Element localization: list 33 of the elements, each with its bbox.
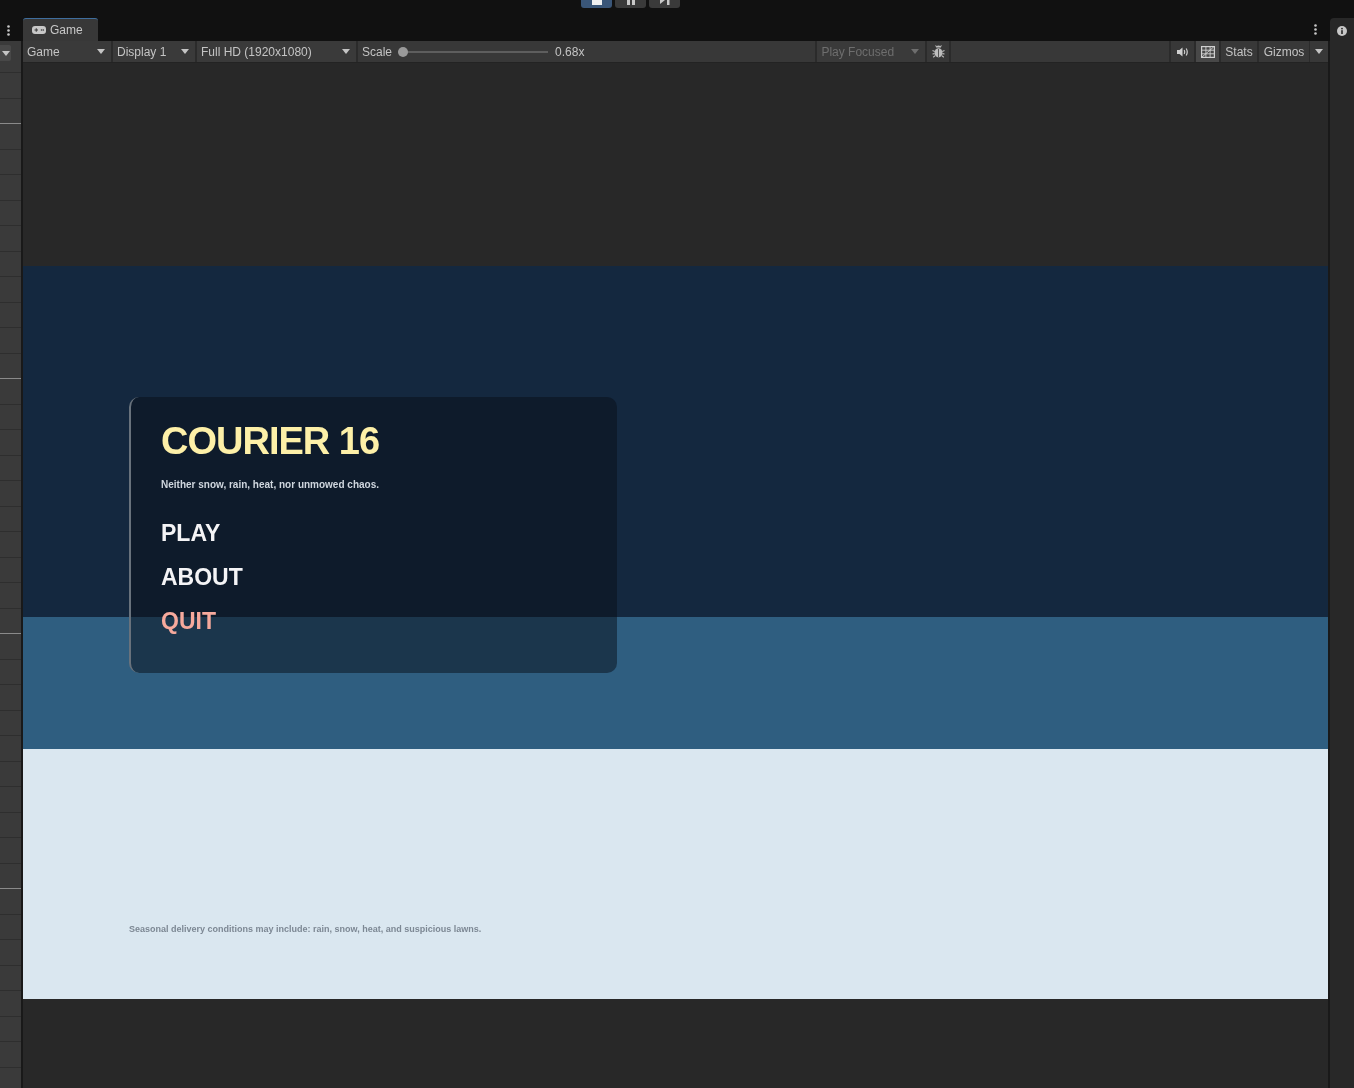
caret-icon xyxy=(181,49,189,54)
gizmos-button[interactable]: Gizmos xyxy=(1259,41,1309,62)
gamepad-icon xyxy=(32,26,46,34)
menu-item[interactable]: ABOUT xyxy=(161,563,243,591)
info-icon[interactable] xyxy=(1337,26,1347,36)
speaker-icon xyxy=(1176,46,1189,57)
menu-item[interactable]: QUIT xyxy=(161,607,216,635)
grid-icon xyxy=(1200,45,1215,58)
footer-note: Seasonal delivery conditions may include: rain, snow, heat, and suspicious lawns. xyxy=(129,924,482,935)
caret-icon xyxy=(342,49,350,54)
square-icon xyxy=(591,0,602,5)
caret-icon xyxy=(1,50,10,56)
scale-label: Scale xyxy=(362,43,393,61)
step-icon xyxy=(659,0,670,5)
pause-button[interactable] xyxy=(615,0,646,8)
caret-icon xyxy=(1315,49,1323,54)
step-button[interactable] xyxy=(649,0,680,8)
more-options-icon[interactable] xyxy=(1313,24,1317,35)
game-tagline: Neither snow, rain, heat, nor unmowed chaos. xyxy=(161,479,379,491)
more-options-icon[interactable] xyxy=(6,24,10,36)
caret-icon xyxy=(911,49,920,54)
dropdown-button[interactable] xyxy=(0,45,11,61)
slider-thumb[interactable] xyxy=(398,46,409,57)
menu-item[interactable]: PLAY xyxy=(161,519,221,547)
caret-icon xyxy=(97,49,105,54)
play-button[interactable] xyxy=(581,0,612,8)
scale-reading: 0.68x xyxy=(555,43,585,61)
pause-icon xyxy=(626,0,635,5)
scale-slider[interactable] xyxy=(398,46,549,57)
bug-icon xyxy=(931,45,945,58)
grid-toggle[interactable] xyxy=(1194,41,1221,62)
game-tab[interactable]: Game xyxy=(23,18,98,41)
game-title: COURIER 16 xyxy=(161,419,380,463)
